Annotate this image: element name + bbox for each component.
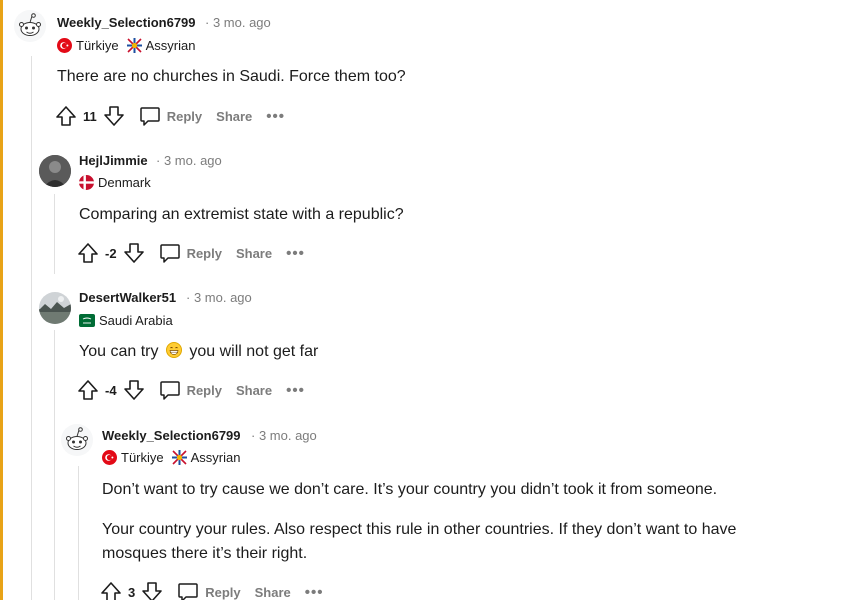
denmark-flag-icon: [79, 175, 94, 190]
grinning-face-icon: [165, 342, 182, 358]
avatar[interactable]: [39, 292, 71, 324]
reply-button[interactable]: Reply: [159, 379, 222, 401]
downvote-button[interactable]: [123, 379, 145, 401]
username[interactable]: DesertWalker51: [79, 290, 176, 305]
assyrian-flag-icon: [171, 450, 187, 465]
reply-label: Reply: [166, 108, 203, 124]
flair-extra: Assyrian: [145, 38, 196, 53]
comment-text: you will not get far: [189, 343, 319, 360]
user-flair: Saudi Arabia: [79, 313, 173, 328]
upvote-button[interactable]: [77, 242, 99, 264]
comment-actions: -2 Reply Share •••: [77, 241, 305, 265]
timestamp[interactable]: · 3 mo. ago: [156, 153, 222, 168]
speech-bubble-icon: [159, 244, 180, 263]
speech-bubble-icon: [140, 107, 160, 126]
downvote-arrow-icon: [142, 582, 163, 600]
timestamp[interactable]: · 3 mo. ago: [186, 290, 252, 305]
comment-actions: -4 Reply Share •••: [77, 378, 305, 402]
vote-count: -4: [105, 382, 117, 398]
comment-actions: 3 Reply Share •••: [100, 580, 324, 600]
snoo-icon: [61, 424, 93, 456]
username[interactable]: HejlJimmie: [79, 153, 148, 168]
avatar[interactable]: [61, 424, 93, 456]
more-options-button[interactable]: •••: [286, 245, 305, 262]
comment-body: Don’t want to try cause we don’t care. I…: [102, 481, 718, 498]
comment-body: Comparing an extremist state with a repu…: [79, 206, 404, 223]
share-button[interactable]: Share: [255, 585, 291, 600]
upvote-arrow-icon: [101, 582, 121, 600]
username[interactable]: Weekly_Selection6799: [102, 428, 241, 443]
assyrian-flag-icon: [126, 38, 142, 53]
share-button[interactable]: Share: [236, 246, 272, 261]
comment-thread: Weekly_Selection6799 · 3 mo. ago Türkiye…: [0, 0, 850, 600]
more-options-button[interactable]: •••: [266, 108, 285, 125]
reply-button[interactable]: Reply: [177, 581, 241, 600]
upvote-arrow-icon: [56, 106, 76, 126]
downvote-button[interactable]: [141, 581, 163, 600]
user-flair: Türkiye Assyrian: [102, 450, 240, 465]
thread-line[interactable]: [54, 194, 55, 274]
user-flair: Denmark: [79, 175, 151, 190]
comment-body: There are no churches in Saudi. Force th…: [57, 68, 406, 85]
downvote-button[interactable]: [103, 105, 125, 127]
reply-button[interactable]: Reply: [159, 242, 222, 264]
vote-count: 11: [83, 108, 97, 124]
more-options-button[interactable]: •••: [305, 584, 324, 600]
turkey-flag-icon: [102, 450, 117, 465]
thread-line[interactable]: [54, 330, 55, 600]
downvote-arrow-icon: [123, 380, 144, 400]
share-button[interactable]: Share: [236, 383, 272, 398]
comment-body: You can try you will not get far: [79, 340, 318, 364]
flair-country: Türkiye: [121, 450, 164, 465]
downvote-button[interactable]: [123, 242, 145, 264]
turkey-flag-icon: [57, 38, 72, 53]
user-flair: Türkiye Assyrian: [57, 38, 195, 53]
highlight-bar: [0, 0, 3, 600]
comment-text: You can try: [79, 343, 159, 360]
upvote-arrow-icon: [78, 380, 98, 400]
upvote-button[interactable]: [55, 105, 77, 127]
comment-body: mosques there it’s their right.: [102, 545, 308, 562]
flair-country: Saudi Arabia: [99, 313, 173, 328]
downvote-arrow-icon: [103, 106, 124, 126]
speech-bubble-icon: [159, 381, 180, 400]
thread-line[interactable]: [31, 56, 32, 600]
user-photo-icon: [39, 292, 71, 324]
reply-label: Reply: [205, 584, 241, 600]
username[interactable]: Weekly_Selection6799: [57, 15, 196, 30]
downvote-arrow-icon: [123, 243, 144, 263]
reply-label: Reply: [186, 245, 222, 261]
flair-country: Denmark: [98, 175, 151, 190]
user-photo-icon: [39, 155, 71, 187]
thread-line[interactable]: [78, 466, 79, 600]
saudi-flag-icon: [79, 314, 95, 327]
upvote-button[interactable]: [100, 581, 122, 600]
vote-count: -2: [105, 245, 117, 261]
comment-body: Your country your rules. Also respect th…: [102, 521, 737, 538]
avatar[interactable]: [39, 155, 71, 187]
reply-button[interactable]: Reply: [139, 105, 202, 127]
upvote-button[interactable]: [77, 379, 99, 401]
comment-actions: 11 Reply Share •••: [55, 104, 285, 128]
flair-country: Türkiye: [76, 38, 119, 53]
upvote-arrow-icon: [78, 243, 98, 263]
timestamp[interactable]: · 3 mo. ago: [251, 428, 317, 443]
avatar[interactable]: [14, 10, 46, 42]
snoo-icon: [14, 10, 46, 42]
speech-bubble-icon: [178, 583, 198, 600]
vote-count: 3: [128, 584, 136, 600]
share-button[interactable]: Share: [216, 109, 252, 124]
reply-label: Reply: [186, 382, 222, 398]
flair-extra: Assyrian: [190, 450, 241, 465]
timestamp[interactable]: · 3 mo. ago: [205, 15, 271, 30]
more-options-button[interactable]: •••: [286, 382, 305, 399]
